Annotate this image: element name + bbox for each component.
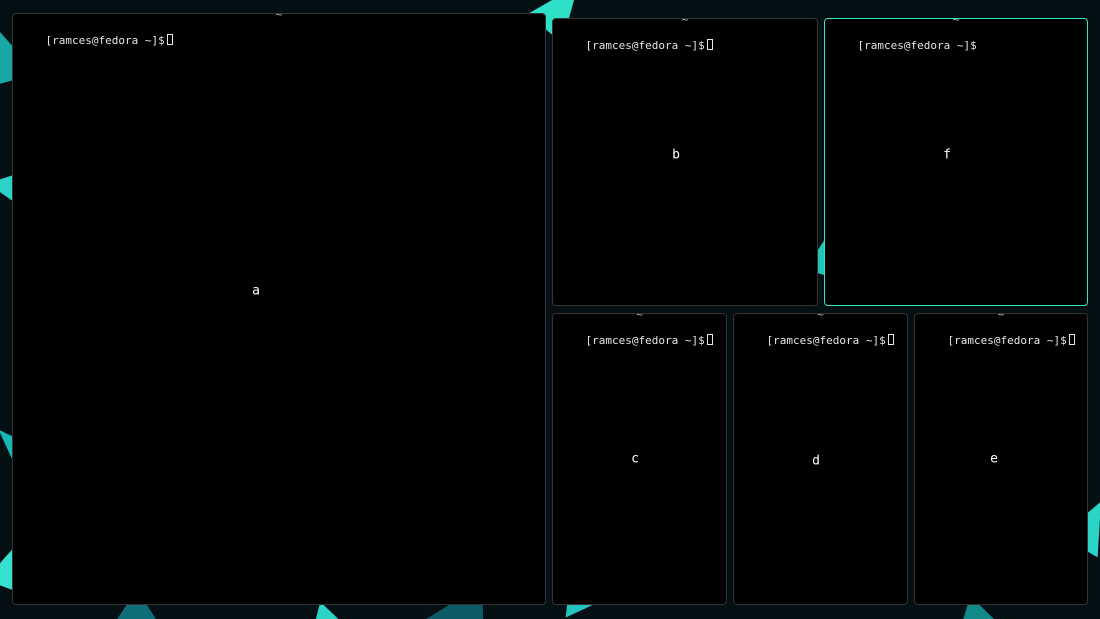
shell-prompt: [ramces@fedora ~]$	[586, 334, 705, 347]
terminal-content[interactable]: [ramces@fedora ~]$	[19, 20, 539, 62]
text-cursor-icon	[167, 34, 173, 45]
text-cursor-icon	[888, 334, 894, 345]
text-cursor-icon	[707, 39, 713, 50]
terminal-window-e[interactable]: ~ [ramces@fedora ~]$	[914, 313, 1088, 605]
terminal-window-d[interactable]: ~ [ramces@fedora ~]$	[733, 313, 908, 605]
terminal-window-b[interactable]: ~ [ramces@fedora ~]$	[552, 18, 818, 306]
text-cursor-icon	[707, 334, 713, 345]
shell-prompt: [ramces@fedora ~]$	[767, 334, 886, 347]
shell-prompt: [ramces@fedora ~]$	[858, 39, 977, 52]
terminal-window-c[interactable]: ~ [ramces@fedora ~]$	[552, 313, 727, 605]
text-cursor-icon	[1069, 334, 1075, 345]
terminal-window-f[interactable]: ~ [ramces@fedora ~]$	[824, 18, 1088, 306]
terminal-content[interactable]: [ramces@fedora ~]$	[831, 25, 1081, 67]
shell-prompt: [ramces@fedora ~]$	[948, 334, 1067, 347]
terminal-content[interactable]: [ramces@fedora ~]$	[921, 320, 1081, 362]
shell-prompt: [ramces@fedora ~]$	[46, 34, 165, 47]
terminal-window-a[interactable]: ~ [ramces@fedora ~]$	[12, 13, 546, 605]
terminal-content[interactable]: [ramces@fedora ~]$	[559, 320, 720, 362]
terminal-content[interactable]: [ramces@fedora ~]$	[740, 320, 901, 362]
shell-prompt: [ramces@fedora ~]$	[586, 39, 705, 52]
terminal-content[interactable]: [ramces@fedora ~]$	[559, 25, 811, 67]
